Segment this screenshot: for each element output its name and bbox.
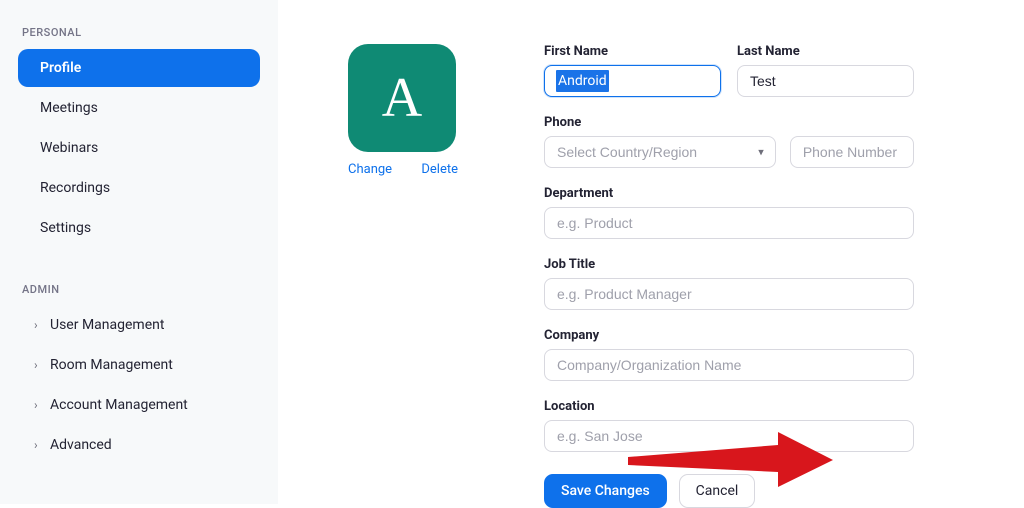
location-input[interactable]	[544, 420, 914, 452]
last-name-input[interactable]	[737, 65, 914, 97]
job-title-input[interactable]	[544, 278, 914, 310]
sidebar-section-personal: PERSONAL	[22, 26, 260, 39]
phone-label: Phone	[544, 115, 914, 130]
avatar-letter: A	[382, 66, 422, 130]
sidebar-item-user-management[interactable]: › User Management	[18, 306, 260, 344]
sidebar-item-label: User Management	[50, 317, 164, 333]
profile-form: First Name Android Last Name Phone ▾	[544, 44, 914, 504]
chevron-right-icon: ›	[34, 438, 44, 452]
department-input[interactable]	[544, 207, 914, 239]
sidebar-item-label: Account Management	[50, 397, 188, 413]
department-label: Department	[544, 186, 914, 201]
sidebar-item-label: Advanced	[50, 437, 112, 453]
sidebar-item-label: Room Management	[50, 357, 173, 373]
job-title-label: Job Title	[544, 257, 914, 272]
save-changes-button[interactable]: Save Changes	[544, 474, 667, 508]
company-input[interactable]	[544, 349, 914, 381]
first-name-input[interactable]	[544, 65, 721, 97]
sidebar-item-meetings[interactable]: Meetings	[18, 89, 260, 127]
avatar[interactable]: A	[348, 44, 456, 152]
sidebar-item-recordings[interactable]: Recordings	[18, 169, 260, 207]
sidebar-section-admin: ADMIN	[22, 283, 260, 296]
avatar-change-link[interactable]: Change	[348, 162, 392, 177]
chevron-right-icon: ›	[34, 398, 44, 412]
avatar-column: A Change Delete	[348, 44, 458, 504]
chevron-right-icon: ›	[34, 358, 44, 372]
last-name-label: Last Name	[737, 44, 914, 59]
phone-country-select[interactable]	[544, 136, 776, 168]
avatar-delete-link[interactable]: Delete	[421, 162, 458, 177]
main-content: A Change Delete First Name Android Last …	[278, 0, 1024, 504]
chevron-right-icon: ›	[34, 318, 44, 332]
sidebar-item-account-management[interactable]: › Account Management	[18, 386, 260, 424]
sidebar-item-profile[interactable]: Profile	[18, 49, 260, 87]
company-label: Company	[544, 328, 914, 343]
cancel-button[interactable]: Cancel	[679, 474, 756, 508]
sidebar: PERSONAL Profile Meetings Webinars Recor…	[0, 0, 278, 504]
sidebar-item-settings[interactable]: Settings	[18, 209, 260, 247]
phone-number-input[interactable]	[790, 136, 914, 168]
first-name-label: First Name	[544, 44, 721, 59]
location-label: Location	[544, 399, 914, 414]
sidebar-item-room-management[interactable]: › Room Management	[18, 346, 260, 384]
sidebar-item-advanced[interactable]: › Advanced	[18, 426, 260, 464]
sidebar-item-webinars[interactable]: Webinars	[18, 129, 260, 167]
